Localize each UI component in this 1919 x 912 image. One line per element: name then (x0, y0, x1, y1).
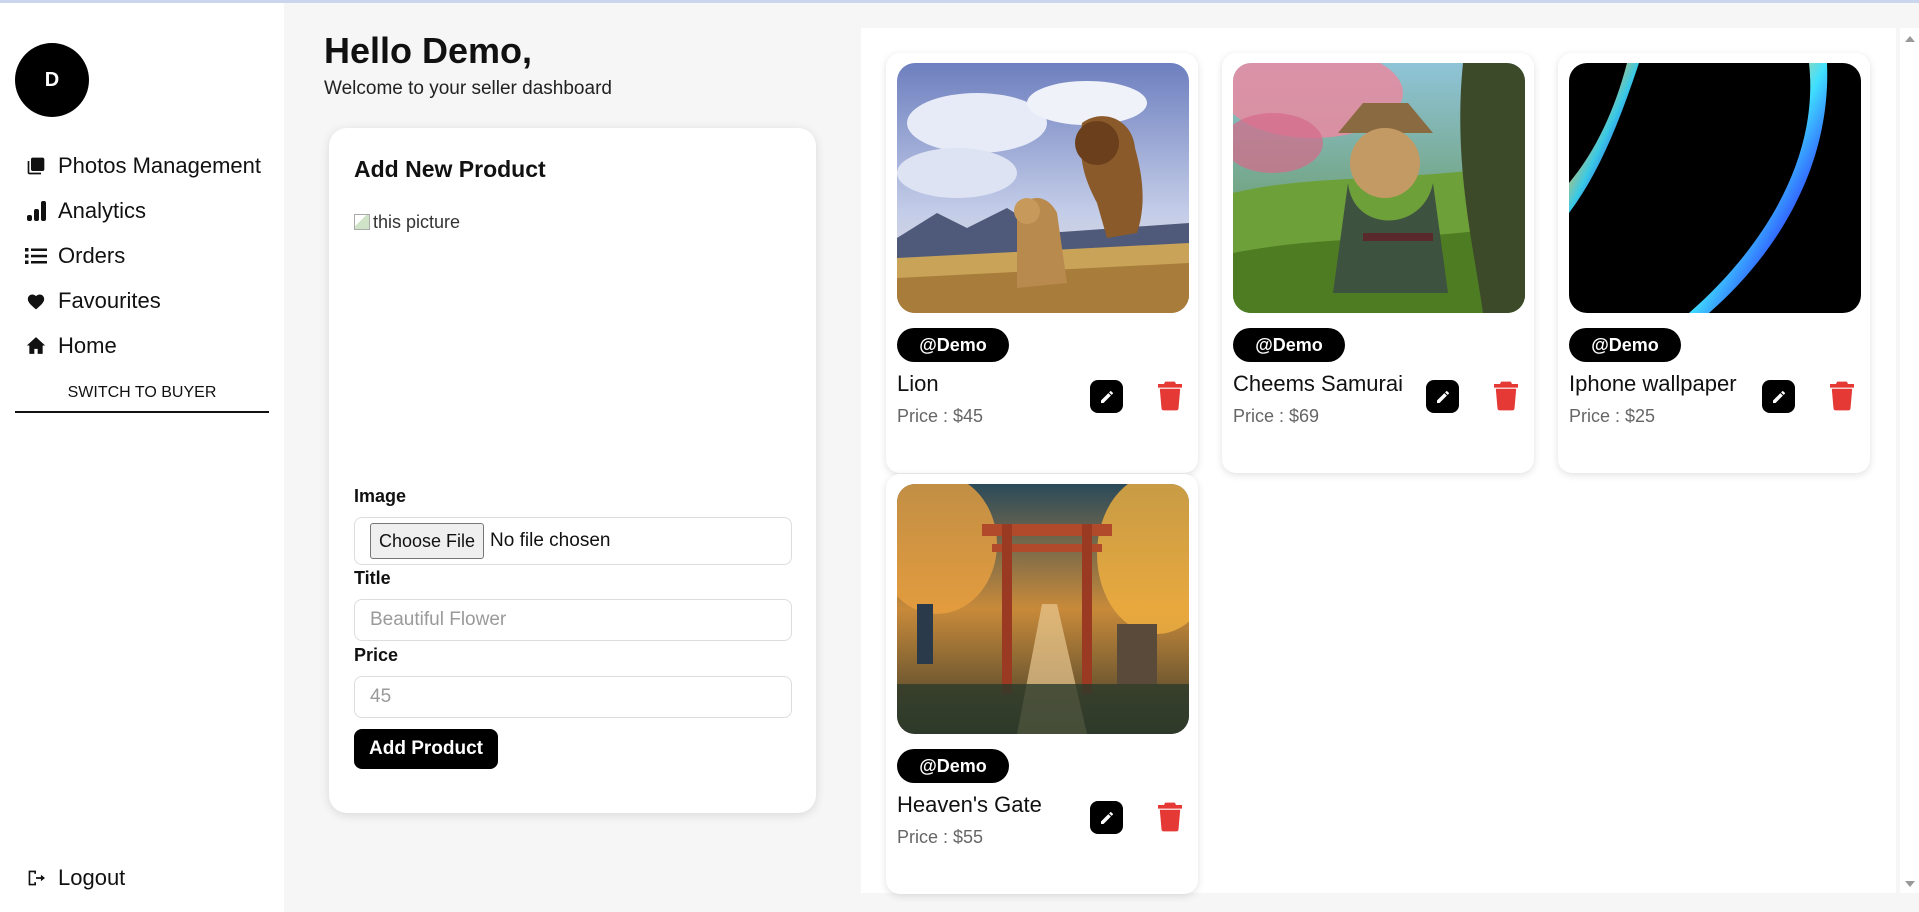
vertical-scrollbar[interactable] (1900, 28, 1919, 893)
sidebar-item-label: Analytics (58, 197, 147, 223)
product-title: Iphone wallpaper (1569, 371, 1737, 396)
image-label: Image (354, 486, 407, 506)
scroll-down-arrow-icon[interactable] (1905, 881, 1915, 887)
owner-badge: @Demo (897, 328, 1009, 362)
trash-icon (1158, 381, 1182, 411)
product-image[interactable] (897, 63, 1189, 313)
logout-icon (24, 866, 48, 890)
edit-button[interactable] (1090, 380, 1123, 413)
sidebar-item-photos-management[interactable]: Photos Management (0, 143, 284, 188)
product-price: Price : $69 (1233, 406, 1320, 426)
product-title: Heaven's Gate (897, 792, 1042, 817)
title-input[interactable] (354, 599, 792, 641)
product-card: @Demo Iphone wallpaper Price : $25 (1558, 53, 1870, 473)
image-preview-alt: this picture (373, 211, 461, 232)
heart-icon (24, 289, 48, 313)
pencil-icon (1100, 811, 1113, 824)
sidebar-item-label: Photos Management (58, 152, 262, 178)
avatar-initial: D (44, 68, 60, 91)
product-card: @Demo Cheems Samurai Price : $69 (1222, 53, 1534, 473)
sidebar: D Photos Management Analytics Orders Fav… (0, 3, 284, 912)
edit-button[interactable] (1090, 801, 1123, 834)
sidebar-item-label: Orders (58, 242, 126, 268)
title-label: Title (354, 568, 391, 588)
product-price: Price : $45 (897, 406, 984, 426)
scroll-up-arrow-icon[interactable] (1905, 36, 1915, 42)
logout-label: Logout (58, 865, 126, 890)
window-top-border (0, 0, 1919, 3)
sidebar-item-home[interactable]: Home (0, 323, 284, 368)
broken-image-icon (354, 214, 370, 230)
pencil-icon (1436, 390, 1449, 403)
edit-button[interactable] (1426, 380, 1459, 413)
trash-icon (1494, 381, 1518, 411)
trash-icon (1158, 802, 1182, 832)
sidebar-item-label: Favourites (58, 287, 161, 313)
product-price: Price : $25 (1569, 406, 1656, 426)
owner-badge: @Demo (1233, 328, 1345, 362)
price-input[interactable] (354, 676, 792, 718)
owner-badge: @Demo (897, 749, 1009, 783)
file-status: No file chosen (490, 530, 611, 551)
sidebar-nav: Photos Management Analytics Orders Favou… (0, 143, 284, 368)
product-title: Cheems Samurai (1233, 371, 1403, 396)
home-icon (24, 334, 48, 358)
product-image[interactable] (1233, 63, 1525, 313)
sidebar-item-orders[interactable]: Orders (0, 233, 284, 278)
price-label: Price (354, 645, 399, 665)
choose-file-button[interactable]: Choose File (370, 523, 485, 559)
form-title: Add New Product (354, 156, 546, 182)
analytics-icon (24, 199, 48, 223)
sidebar-item-label: Home (58, 332, 117, 358)
owner-badge: @Demo (1569, 328, 1681, 362)
switch-to-buyer-button[interactable]: SWITCH TO BUYER (15, 375, 269, 413)
pencil-icon (1772, 390, 1785, 403)
edit-button[interactable] (1762, 380, 1795, 413)
product-image[interactable] (1569, 63, 1861, 313)
photos-icon (24, 154, 48, 178)
products-panel: @Demo Lion Price : $45 @Demo Cheems Samu… (861, 28, 1896, 894)
delete-button[interactable] (1492, 378, 1520, 414)
product-image[interactable] (897, 484, 1189, 734)
product-card: @Demo Heaven's Gate Price : $55 (886, 474, 1198, 894)
image-file-input[interactable]: Choose File No file chosen (354, 517, 792, 565)
product-title: Lion (897, 371, 939, 396)
product-price: Price : $55 (897, 827, 984, 847)
sidebar-item-analytics[interactable]: Analytics (0, 188, 284, 233)
delete-button[interactable] (1156, 378, 1184, 414)
avatar[interactable]: D (15, 43, 89, 117)
product-card: @Demo Lion Price : $45 (886, 53, 1198, 473)
image-preview: this picture (354, 210, 474, 234)
sidebar-item-favourites[interactable]: Favourites (0, 278, 284, 323)
delete-button[interactable] (1828, 378, 1856, 414)
list-icon (24, 244, 48, 268)
add-product-form: Add New Product this picture Image Choos… (329, 128, 816, 813)
trash-icon (1830, 381, 1854, 411)
add-product-button[interactable]: Add Product (354, 729, 498, 769)
delete-button[interactable] (1156, 799, 1184, 835)
logout-button[interactable]: Logout (24, 865, 125, 891)
pencil-icon (1100, 390, 1113, 403)
page-subtitle: Welcome to your seller dashboard (324, 78, 612, 99)
page-title: Hello Demo, (324, 30, 533, 71)
